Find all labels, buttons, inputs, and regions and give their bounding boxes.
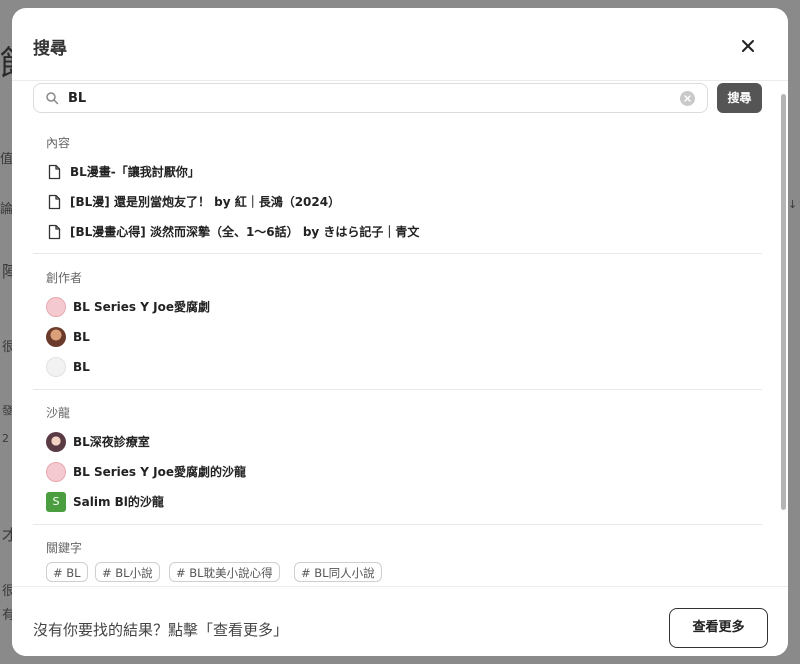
keyword-tag[interactable]: # BL耽美小說心得	[169, 562, 280, 582]
creator-avatar	[46, 357, 66, 377]
close-button[interactable]	[736, 34, 760, 58]
modal-header: 搜尋	[12, 8, 788, 81]
content-result-label: [BL漫] 還是別當炮友了！ by 紅｜長鴻（2024）	[70, 195, 341, 209]
background-glyph: 2	[2, 432, 9, 445]
section-title-creators: 創作者	[46, 271, 83, 285]
search-modal: 搜尋 搜尋 內容	[12, 8, 788, 656]
creator-result-label: BL	[73, 330, 90, 344]
content-result-label: [BL漫畫心得] 淡然而深摯（全、1～6話） by きはら記子｜青文	[70, 225, 420, 239]
keyword-tag[interactable]: # BL同人小說	[294, 562, 382, 582]
search-results[interactable]: 內容 BL漫畫-「讓我討厭你」 [BL漫] 還是別當炮友了！ by 紅｜長鴻（2…	[12, 118, 788, 584]
view-more-button[interactable]: 查看更多	[669, 608, 768, 648]
results-scrollbar[interactable]	[781, 94, 786, 510]
section-divider	[33, 389, 762, 390]
keyword-tag[interactable]: # BL小說	[95, 562, 160, 582]
creator-result-label: BL Series Y Joe愛腐劇	[73, 300, 210, 314]
section-title-salons: 沙龍	[46, 406, 71, 420]
search-icon	[46, 92, 59, 105]
salon-avatar: S	[46, 492, 66, 512]
salon-result-label: BL深夜診療室	[73, 435, 150, 449]
salon-result-label: Salim Bl的沙龍	[73, 495, 164, 509]
creator-result-label: BL	[73, 360, 90, 374]
salon-avatar	[46, 462, 66, 482]
background-glyph: ↓↑	[788, 198, 800, 211]
section-divider	[33, 524, 762, 525]
creator-avatar	[46, 327, 66, 347]
modal-title: 搜尋	[33, 39, 67, 59]
close-icon	[742, 40, 754, 52]
keyword-tag[interactable]: # BL	[46, 562, 88, 582]
document-icon	[48, 194, 61, 210]
clear-search-button[interactable]	[680, 91, 695, 106]
creator-avatar	[46, 297, 66, 317]
search-input[interactable]	[68, 86, 668, 110]
document-icon	[48, 164, 61, 180]
salon-avatar	[46, 432, 66, 452]
search-row: 搜尋	[33, 83, 763, 113]
footer-hint-text: 沒有你要找的結果？點擊「查看更多」	[33, 621, 289, 639]
section-title-content: 內容	[46, 136, 71, 150]
modal-footer: 沒有你要找的結果？點擊「查看更多」 查看更多	[12, 586, 788, 656]
salon-result-label: BL Series Y Joe愛腐劇的沙龍	[73, 465, 246, 479]
search-box	[33, 83, 708, 113]
search-button[interactable]: 搜尋	[717, 83, 762, 113]
clear-icon	[684, 95, 691, 102]
section-title-keywords: 關鍵字	[46, 541, 83, 555]
content-result-label: BL漫畫-「讓我討厭你」	[70, 165, 200, 179]
section-divider	[33, 253, 762, 254]
document-icon	[48, 224, 61, 240]
